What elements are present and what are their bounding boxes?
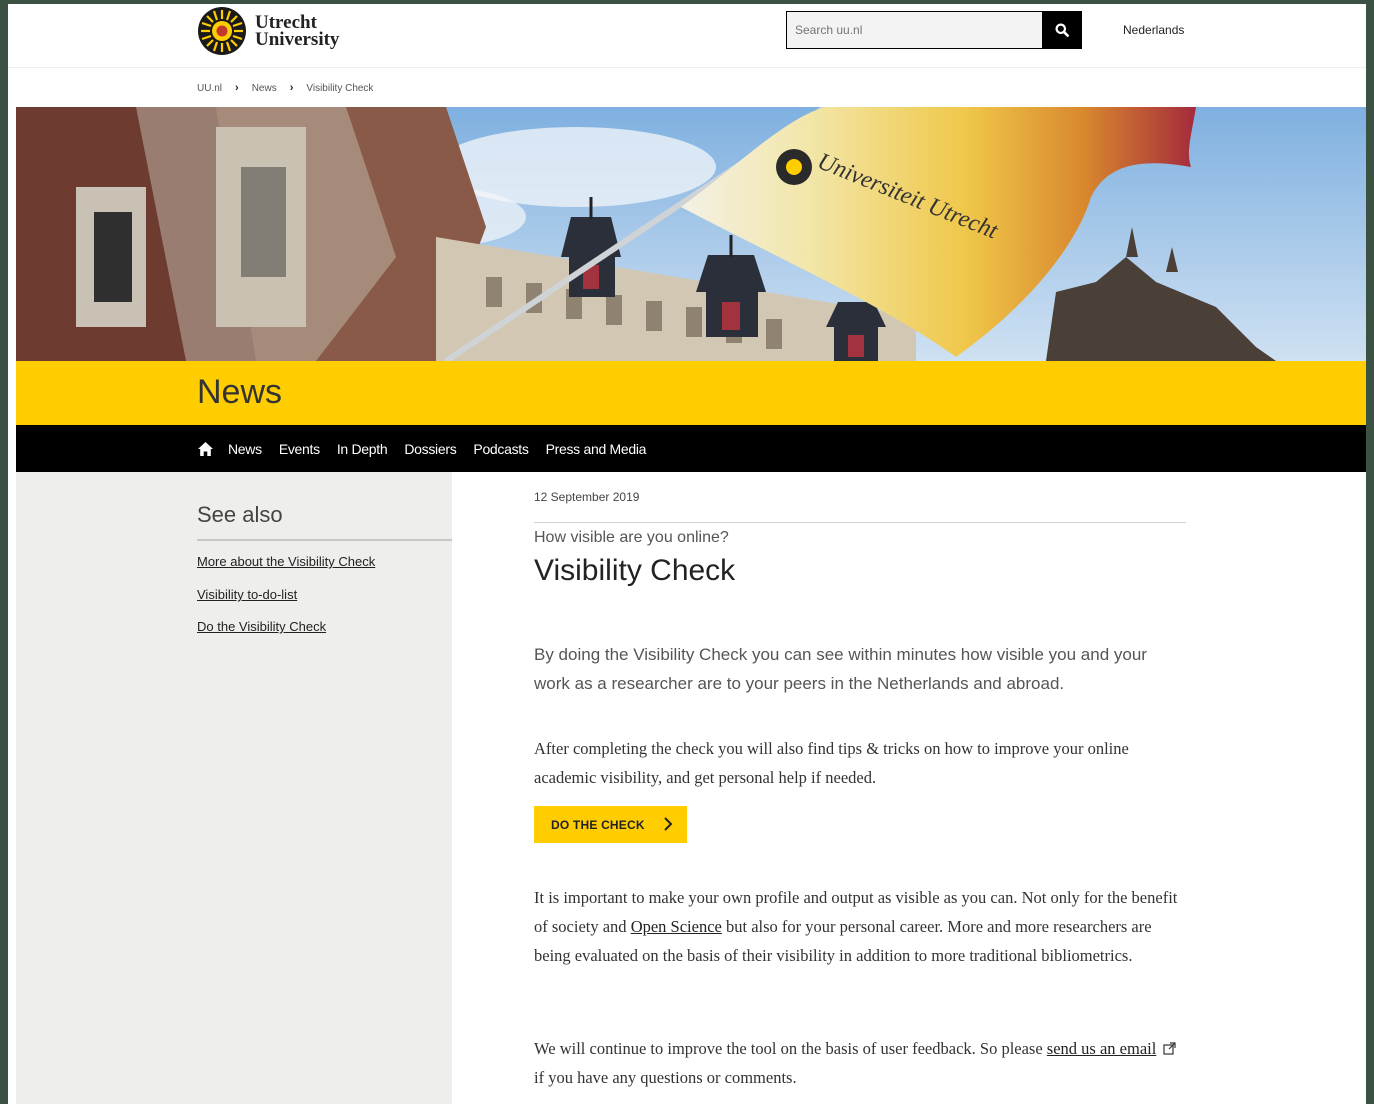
university-logo[interactable]: Utrecht University (197, 6, 339, 56)
external-link-icon (1163, 1042, 1177, 1055)
cta-label: DO THE CHECK (551, 817, 645, 832)
logo-wordmark: Utrecht University (255, 13, 340, 50)
chevron-right-icon (664, 817, 673, 831)
site-header: Utrecht University Nederlands (8, 4, 1366, 68)
article-paragraph-3: We will continue to improve the tool on … (534, 1034, 1186, 1092)
sidebar-link-do-check[interactable]: Do the Visibility Check (197, 619, 326, 634)
language-switch-link[interactable]: Nederlands (1123, 23, 1184, 37)
do-the-check-button[interactable]: DO THE CHECK (534, 806, 687, 843)
home-icon[interactable] (198, 441, 213, 456)
breadcrumb-current: Visibility Check (306, 82, 374, 94)
breadcrumb-home-link[interactable]: UU.nl (197, 83, 222, 94)
article-paragraph-1: After completing the check you will also… (534, 739, 1129, 787)
nav-item-news[interactable]: News (228, 441, 262, 457)
article-title: Visibility Check (534, 554, 736, 587)
nav-item-podcasts[interactable]: Podcasts (473, 441, 528, 457)
article-intro: By doing the Visibility Check you can se… (534, 645, 1147, 693)
chevron-right-icon: › (289, 82, 294, 94)
search-icon (1055, 23, 1069, 37)
sidebar-link-more-about[interactable]: More about the Visibility Check (197, 554, 375, 569)
sidebar-link-todo-list[interactable]: Visibility to-do-list (197, 587, 297, 602)
nav-item-press-and-media[interactable]: Press and Media (546, 441, 647, 457)
sun-seal-icon (198, 7, 246, 55)
sidebar: See also More about the Visibility Check… (16, 472, 452, 1104)
nav-item-in-depth[interactable]: In Depth (337, 441, 388, 457)
article-kicker: How visible are you online? (534, 529, 729, 546)
chevron-right-icon: › (235, 82, 239, 94)
paragraph-3-text-end: if you have any questions or comments. (534, 1068, 797, 1087)
sidebar-divider (197, 539, 452, 541)
section-title: News (197, 373, 283, 411)
article-paragraph-2: It is important to make your own profile… (534, 883, 1186, 970)
breadcrumb: UU.nl › News › Visibility Check (197, 82, 373, 94)
hero-image: Universiteit Utrecht (16, 107, 1366, 361)
open-science-link[interactable]: Open Science (631, 917, 722, 936)
send-email-link[interactable]: send us an email (1047, 1039, 1157, 1058)
breadcrumb-news-link[interactable]: News (252, 83, 277, 94)
article-divider (534, 522, 1186, 523)
nav-item-dossiers[interactable]: Dossiers (404, 441, 456, 457)
page: Utrecht University Nederlands UU.nl › Ne… (8, 4, 1366, 1104)
search-button[interactable] (1042, 11, 1082, 49)
university-building-flag-illustration: Universiteit Utrecht (16, 107, 1366, 361)
sidebar-heading: See also (197, 502, 283, 527)
search-form (786, 11, 1082, 49)
nav-item-events[interactable]: Events (279, 441, 320, 457)
section-nav: News Events In Depth Dossiers Podcasts P… (16, 425, 1366, 472)
paragraph-3-text-start: We will continue to improve the tool on … (534, 1039, 1047, 1058)
section-banner: News (16, 361, 1366, 425)
logo-line-2: University (255, 29, 340, 50)
article-date: 12 September 2019 (534, 490, 640, 504)
search-input[interactable] (786, 11, 1042, 49)
